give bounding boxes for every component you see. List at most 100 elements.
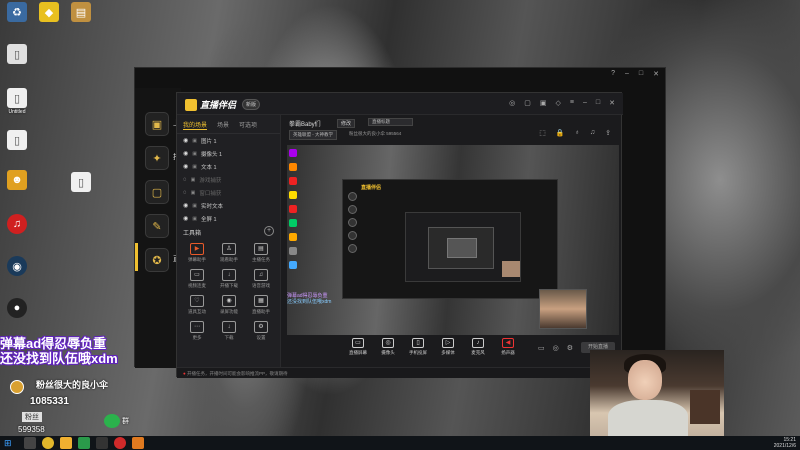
- gift-icon[interactable]: ◇: [556, 99, 561, 107]
- room-title-field[interactable]: 直播标题: [368, 118, 413, 126]
- red-app-icon[interactable]: [114, 437, 126, 449]
- document-icon[interactable]: ▯ Untitled: [4, 88, 30, 115]
- globe-icon[interactable]: ♁: [575, 129, 580, 137]
- tool-item[interactable]: ⚙ 设置: [245, 321, 277, 341]
- voice-game-icon: ♫: [254, 269, 268, 281]
- phone-cast-button[interactable]: ▯ 手机投屏: [405, 338, 431, 356]
- app-minimize-button[interactable]: –: [583, 99, 587, 107]
- eye-icon[interactable]: ◉: [183, 163, 188, 170]
- room-category[interactable]: 英雄联盟 - 大神教学: [289, 130, 337, 140]
- settings-icon[interactable]: ⚙: [567, 344, 573, 352]
- lock-icon[interactable]: 🔒: [556, 129, 565, 137]
- eye-hidden-icon[interactable]: ◌: [183, 177, 187, 183]
- dark-app-icon[interactable]: [96, 437, 108, 449]
- sidebar-badge-3-icon[interactable]: ▢: [145, 180, 169, 204]
- eye-icon[interactable]: ◉: [183, 150, 188, 157]
- tab-my-scenes[interactable]: 我的场景: [183, 120, 208, 130]
- taskbar-apps: [24, 437, 144, 449]
- eye-hidden-icon[interactable]: ◌: [183, 190, 187, 196]
- tool-item[interactable]: ⋯ 更多: [181, 321, 213, 341]
- share-screen-icon[interactable]: ⬚: [539, 129, 546, 137]
- scene-item[interactable]: ◉ ▣ 实时文本: [177, 199, 280, 212]
- task-icon: ▤: [254, 243, 268, 255]
- file-2-icon[interactable]: ▯: [4, 130, 30, 150]
- desktop-file-icon[interactable]: ▯: [68, 172, 94, 192]
- eye-icon[interactable]: ◉: [183, 137, 188, 144]
- scene-item[interactable]: ◉ ▣ 文本 1: [177, 160, 280, 173]
- sidebar-badge-4-icon[interactable]: ✎: [145, 214, 169, 238]
- scene-item[interactable]: ◌ ▣ 游戏捕获: [177, 173, 280, 186]
- tab-options[interactable]: 可选项: [239, 120, 257, 130]
- stream-preview[interactable]: 弹幕ad得忍辱负重 还没找到队伍哦xdm 直播伴侣: [287, 145, 619, 335]
- orange-app-icon[interactable]: [132, 437, 144, 449]
- help-button[interactable]: ?: [611, 70, 615, 78]
- share-icon[interactable]: ⇪: [605, 129, 611, 137]
- start-button[interactable]: ⊞: [4, 438, 12, 449]
- lock-icon[interactable]: ▣: [191, 190, 196, 196]
- bee-app-icon[interactable]: ☻: [4, 170, 30, 190]
- user-icon[interactable]: ◎: [509, 99, 515, 107]
- nested-window-preview-2: [405, 212, 521, 282]
- tool-item[interactable]: ↓ 开播下载: [213, 269, 245, 289]
- lock-icon[interactable]: ▣: [191, 177, 196, 183]
- lock-icon[interactable]: ▣: [192, 138, 197, 144]
- screen-capture-button[interactable]: ▭ 直播屏幕: [345, 338, 371, 356]
- microphone-button[interactable]: ♪ 麦克风: [465, 338, 491, 356]
- explorer-icon[interactable]: [60, 437, 72, 449]
- camera-toggle-icon[interactable]: ◎: [553, 344, 559, 352]
- green-app-icon[interactable]: [78, 437, 90, 449]
- file-icon[interactable]: ▯: [4, 44, 30, 64]
- lock-icon[interactable]: ▣: [192, 216, 197, 222]
- search-icon[interactable]: [24, 437, 36, 449]
- folder-icon[interactable]: ▤: [68, 2, 94, 22]
- tool-item[interactable]: ▤ 主播任务: [245, 243, 277, 263]
- media-button[interactable]: ▷ 多媒体: [435, 338, 461, 356]
- scene-item[interactable]: ◉ ▣ 全屏 1: [177, 212, 280, 225]
- tool-item[interactable]: ▶ 弹幕助手: [181, 243, 213, 263]
- scene-panel: 我的场景 场景 可选项 ◉ ▣ 图片 1 ◉ ▣ 摄像头 1 ◉ ▣ 文本 1 ◌ ▣ 游戏捕获…: [177, 115, 281, 367]
- add-tool-icon[interactable]: +: [264, 226, 274, 236]
- sidebar-badge-2-icon[interactable]: ✦: [145, 146, 169, 170]
- source-label: 摄像头: [381, 350, 395, 355]
- netease-music-icon[interactable]: ♫: [4, 214, 30, 234]
- source-label: 多媒体: [441, 350, 455, 355]
- scene-item[interactable]: ◌ ▣ 窗口捕获: [177, 186, 280, 199]
- app-maximize-button[interactable]: □: [596, 99, 600, 107]
- sidebar-badge-5-icon[interactable]: ✪: [145, 248, 169, 272]
- message-icon[interactable]: ▢: [524, 99, 531, 107]
- scene-item[interactable]: ◉ ▣ 图片 1: [177, 134, 280, 147]
- lock-icon[interactable]: ▣: [192, 203, 197, 209]
- lock-icon[interactable]: ▣: [192, 164, 197, 170]
- scene-item[interactable]: ◉ ▣ 摄像头 1: [177, 147, 280, 160]
- obs-icon[interactable]: ●: [4, 298, 30, 318]
- eye-icon[interactable]: ◉: [183, 215, 188, 222]
- close-button[interactable]: ✕: [653, 70, 659, 78]
- menu-icon[interactable]: ≡: [570, 99, 574, 107]
- tool-item[interactable]: ↓ 下载: [213, 321, 245, 341]
- tool-item[interactable]: ◉ 录屏功能: [213, 295, 245, 315]
- minimize-button[interactable]: –: [625, 70, 629, 78]
- tool-item[interactable]: ♙ 观看助手: [213, 243, 245, 263]
- lock-icon[interactable]: ▣: [192, 151, 197, 157]
- tool-item[interactable]: ♫ 语音游戏: [245, 269, 277, 289]
- sidebar-badge-1-icon[interactable]: ▣: [145, 112, 169, 136]
- yellow-app-icon[interactable]: ◆: [36, 2, 62, 22]
- version-badge[interactable]: 新版: [242, 99, 261, 110]
- tool-item[interactable]: ▭ 视频连麦: [181, 269, 213, 289]
- eye-icon[interactable]: ◉: [183, 202, 188, 209]
- screen-icon[interactable]: ▣: [540, 99, 547, 107]
- edit-room-button[interactable]: 修改: [337, 119, 356, 128]
- speaker-button[interactable]: ◀ 扬声器: [495, 338, 521, 356]
- tool-item[interactable]: ♡ 道具互动: [181, 295, 213, 315]
- tool-item[interactable]: ▦ 直播助手: [245, 295, 277, 315]
- record-icon[interactable]: ▭: [538, 344, 545, 352]
- chrome-icon[interactable]: [42, 437, 54, 449]
- tray-date[interactable]: 2021/12/6: [774, 443, 796, 449]
- camera-button[interactable]: ◎ 摄像头: [375, 338, 401, 356]
- maximize-button[interactable]: □: [639, 70, 643, 78]
- bell-icon[interactable]: ♫: [590, 129, 595, 137]
- tab-scenes[interactable]: 场景: [217, 120, 229, 130]
- app-close-button[interactable]: ✕: [609, 99, 615, 107]
- steam-icon[interactable]: ◉: [4, 256, 30, 276]
- recycle-bin-icon[interactable]: ♻: [4, 2, 30, 22]
